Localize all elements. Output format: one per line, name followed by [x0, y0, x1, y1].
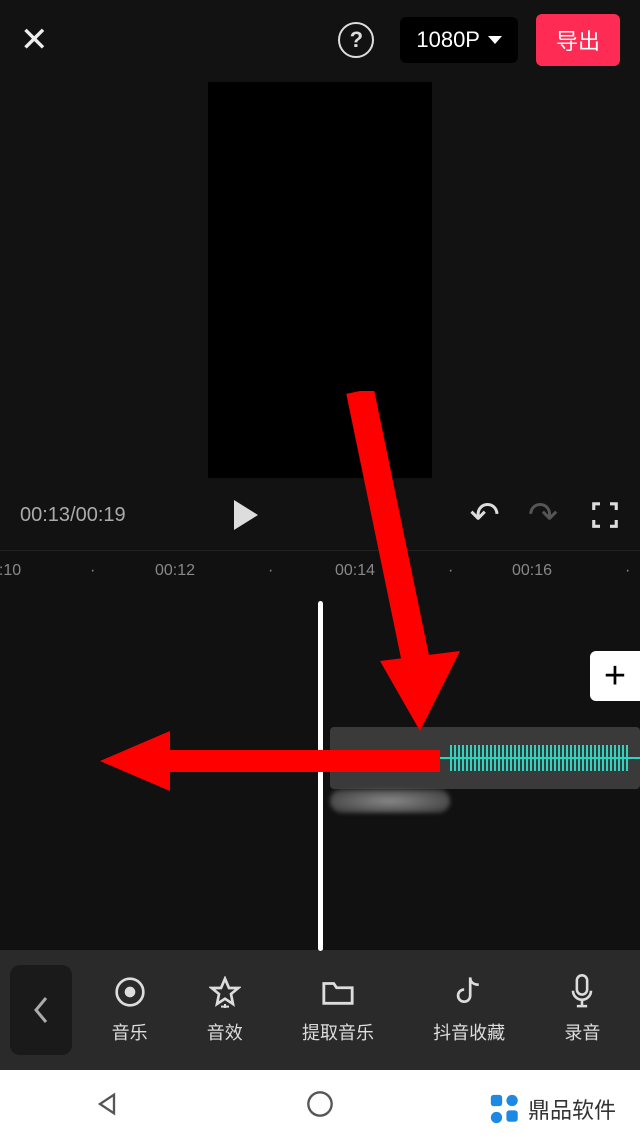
tool-extract-music[interactable]: 提取音乐 — [302, 975, 374, 1045]
help-icon[interactable]: ? — [338, 22, 374, 58]
export-button[interactable]: 导出 — [536, 14, 620, 66]
fullscreen-icon[interactable] — [590, 500, 620, 530]
add-clip-button[interactable]: + — [590, 651, 640, 701]
watermark: 鼎品软件 — [478, 1088, 626, 1130]
mic-icon — [568, 975, 596, 1009]
tool-record[interactable]: 录音 — [564, 975, 600, 1045]
nav-back-icon[interactable] — [93, 1090, 121, 1118]
annotation-arrow-left — [100, 731, 450, 811]
tool-douyin-favorites[interactable]: 抖音收藏 — [433, 975, 505, 1045]
back-button[interactable] — [10, 965, 72, 1055]
play-icon[interactable] — [234, 500, 258, 530]
folder-icon — [321, 975, 355, 1009]
annotation-arrow-down — [320, 391, 480, 751]
close-icon[interactable]: ✕ — [20, 20, 49, 60]
timestamp: 00:13/00:19 — [20, 504, 126, 527]
douyin-icon — [454, 975, 484, 1009]
chevron-down-icon — [488, 36, 502, 44]
tool-sound-effect[interactable]: 音效 — [207, 975, 243, 1045]
music-icon — [114, 975, 146, 1009]
timeline[interactable]: 0:10 · 00:12 · 00:14 · 00:16 · + — [0, 550, 640, 950]
resolution-dropdown[interactable]: 1080P — [400, 17, 518, 63]
system-navbar: 鼎品软件 — [0, 1070, 640, 1138]
star-icon — [209, 975, 241, 1009]
nav-home-icon[interactable] — [306, 1090, 334, 1118]
resolution-label: 1080P — [416, 27, 480, 53]
redo-icon: ↷ — [528, 494, 558, 536]
brand-logo-icon — [488, 1092, 522, 1126]
tool-music[interactable]: 音乐 — [112, 975, 148, 1045]
